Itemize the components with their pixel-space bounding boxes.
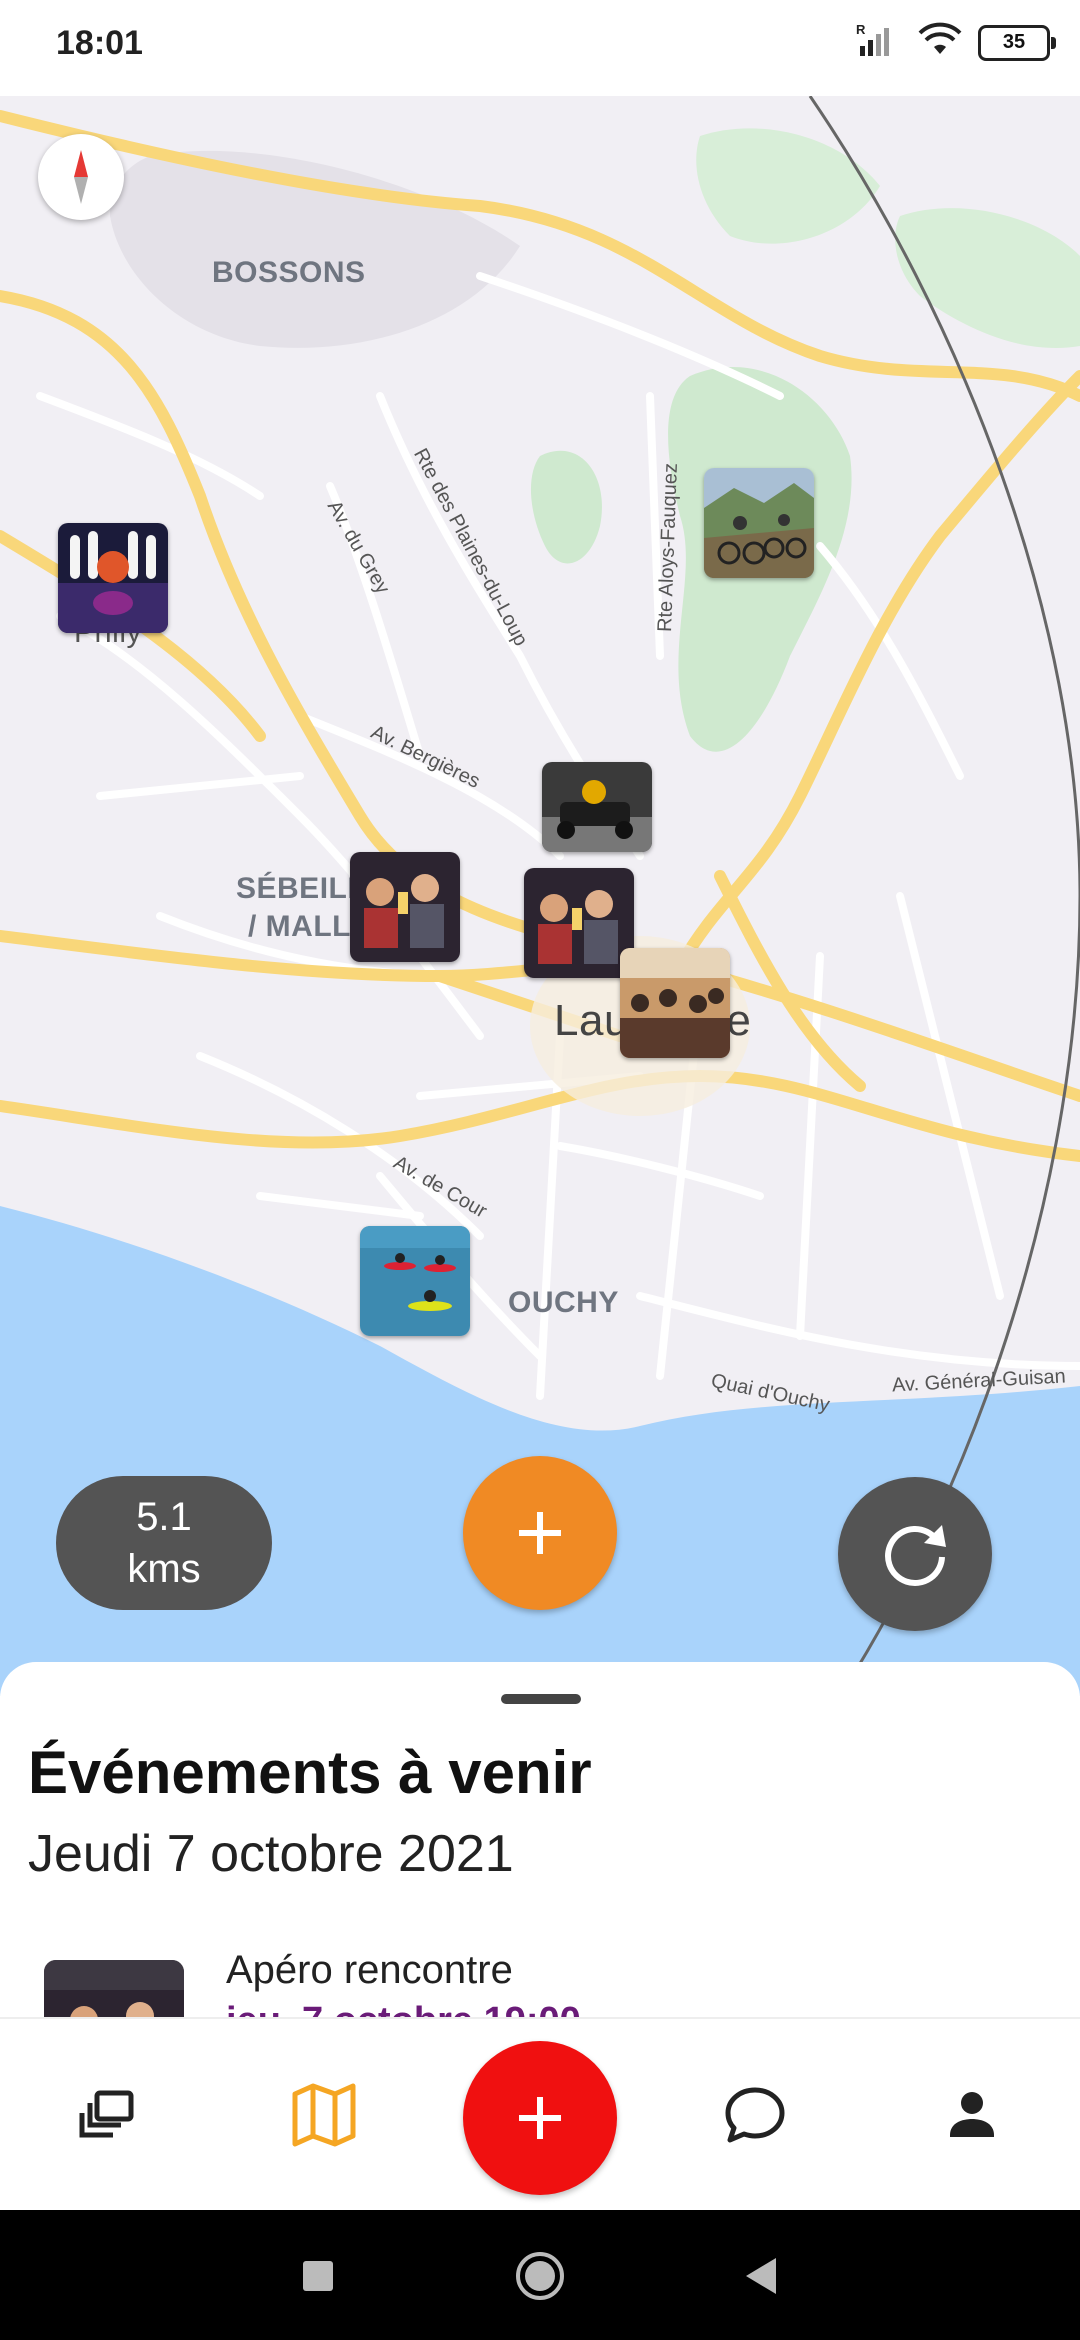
cards-icon [79, 2090, 134, 2138]
map-icon [292, 2083, 356, 2147]
map-label-sebeillon: SÉBEILL [236, 872, 367, 905]
restaurant-thumbnail [620, 948, 730, 1058]
plus-icon [519, 1512, 561, 1554]
system-navigation-bar [0, 2210, 1080, 2340]
compass-icon [74, 150, 88, 204]
event-datetime: jeu. 7 octobre 19:00 [226, 2000, 581, 2017]
sheet-drag-handle[interactable] [501, 1694, 581, 1704]
sheet-date: Jeudi 7 octobre 2021 [28, 1825, 514, 1883]
event-marker-mountain-bike[interactable] [704, 468, 814, 578]
status-bar: 18:01 R 35 [0, 0, 1080, 96]
status-icons: R 35 [856, 22, 1056, 63]
event-marker-restaurant[interactable] [620, 948, 730, 1058]
bottom-navigation [0, 2017, 1080, 2212]
upcoming-events-sheet[interactable]: Événements à venir Jeudi 7 octobre 2021 … [0, 1662, 1080, 2017]
home-button[interactable] [512, 2248, 568, 2304]
signal-icon: R [856, 22, 902, 63]
event-thumbnail [44, 1960, 184, 2017]
profile-icon [950, 2092, 994, 2137]
add-icon [519, 2097, 561, 2139]
kayak-thumbnail [360, 1226, 470, 1336]
karting-thumbnail [542, 762, 652, 852]
back-button[interactable] [734, 2248, 790, 2304]
recents-icon [303, 2261, 333, 2291]
battery-level: 35 [1002, 31, 1026, 53]
chat-icon [725, 2087, 785, 2143]
event-marker-kayak[interactable] [360, 1226, 470, 1336]
battery-icon: 35 [978, 24, 1056, 61]
sheet-title: Événements à venir [28, 1739, 592, 1806]
nav-cards[interactable] [59, 2067, 155, 2163]
nav-chat[interactable] [707, 2067, 803, 2163]
radius-value: 5.1 [136, 1495, 192, 1539]
bowling-thumbnail [58, 523, 168, 633]
compass-button[interactable] [38, 134, 124, 220]
refresh-button[interactable] [838, 1477, 992, 1631]
recents-button[interactable] [290, 2248, 346, 2304]
map-add-event-button[interactable] [463, 1456, 617, 1610]
nav-add-button[interactable] [463, 2041, 617, 2195]
home-icon [516, 2252, 564, 2300]
apero-thumbnail [350, 852, 460, 962]
apero-thumbnail [524, 868, 634, 978]
status-time: 18:01 [56, 24, 143, 62]
list-item[interactable]: Apéro rencontre jeu. 7 octobre 19:00 [44, 1948, 1044, 2017]
map-label-malley: / MALL [248, 910, 351, 943]
radius-selector[interactable]: 5.1 kms [56, 1476, 272, 1610]
event-name: Apéro rencontre [226, 1948, 513, 1992]
event-marker-bowling[interactable] [58, 523, 168, 633]
map-label-bossons: BOSSONS [212, 256, 366, 289]
nav-map[interactable] [276, 2067, 372, 2163]
event-marker-karting[interactable] [542, 762, 652, 852]
mountain-bike-thumbnail [704, 468, 814, 578]
map-label-ouchy: OUCHY [508, 1286, 619, 1319]
back-icon [746, 2258, 776, 2294]
refresh-icon [885, 1525, 946, 1586]
event-marker-apero-2[interactable] [524, 868, 634, 978]
nav-profile[interactable] [924, 2067, 1020, 2163]
signal-tag: R [856, 22, 866, 37]
radius-unit: kms [127, 1547, 201, 1591]
event-marker-apero-1[interactable] [350, 852, 460, 962]
wifi-icon [918, 22, 962, 63]
